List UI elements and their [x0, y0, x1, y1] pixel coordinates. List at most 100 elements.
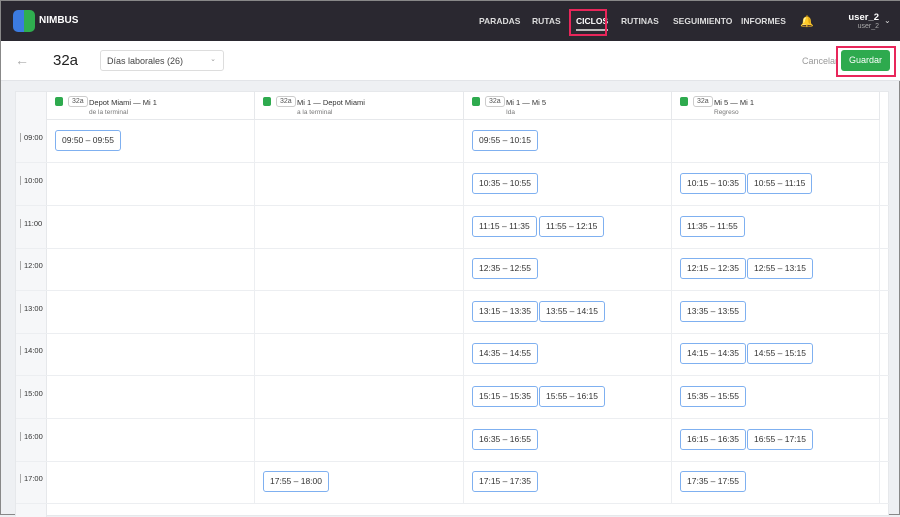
trip-chip[interactable]: 12:35 – 12:55 [472, 258, 538, 279]
schedule-cell[interactable] [47, 206, 255, 248]
trip-chip[interactable]: 13:55 – 14:15 [539, 301, 605, 322]
trip-chip[interactable]: 16:15 – 16:35 [680, 429, 746, 450]
schedule-cell[interactable]: 16:15 – 16:35 16:55 – 17:15 [672, 419, 880, 461]
column-subtitle: Ida [506, 109, 516, 116]
schedule-cell[interactable] [47, 333, 255, 375]
schedule-cell[interactable]: 15:35 – 15:55 [672, 376, 880, 418]
schedule-cell[interactable] [255, 248, 464, 290]
column-header: 32a Mi 1 — Mi 5 Ida [464, 92, 672, 120]
schedule-cell[interactable] [672, 120, 880, 162]
trip-chip[interactable]: 13:35 – 13:55 [680, 301, 746, 322]
table-row: 17:00 17:55 – 18:00 17:15 – 17:35 17:35 – 1… [16, 461, 890, 504]
schedule-cell[interactable]: 11:35 – 11:55 [672, 206, 880, 248]
page-title: 32a [53, 52, 79, 69]
schedule-cell[interactable]: 11:15 – 11:35 11:55 – 12:15 [464, 206, 672, 248]
schedule-cell[interactable]: 12:15 – 12:35 12:55 – 13:15 [672, 248, 880, 290]
column-title: Mi 1 — Depot Miami [297, 98, 365, 107]
nav-item-informes[interactable]: INFORMES [741, 16, 786, 26]
trip-chip[interactable]: 17:55 – 18:00 [263, 471, 329, 492]
schedule-cell[interactable]: 16:35 – 16:55 [464, 419, 672, 461]
schedule-cell[interactable] [47, 419, 255, 461]
schedule-cell[interactable] [255, 206, 464, 248]
trip-chip[interactable]: 10:15 – 10:35 [680, 173, 746, 194]
time-label: 17:00 [20, 474, 43, 483]
schedule-cell[interactable] [255, 163, 464, 205]
table-row: 15:00 15:15 – 15:35 15:55 – 16:15 15:35 – 1… [16, 376, 890, 419]
trip-chip[interactable]: 09:50 – 09:55 [55, 130, 121, 151]
route-badge: 32a [485, 96, 505, 107]
route-badge: 32a [68, 96, 88, 107]
trip-chip[interactable]: 17:15 – 17:35 [472, 471, 538, 492]
time-label: 16:00 [20, 432, 43, 441]
schedule-cell[interactable]: 17:15 – 17:35 [464, 461, 672, 503]
cancel-button[interactable]: Cancelar [802, 56, 838, 66]
day-type-select[interactable]: Días laborales (26) ⌄ [100, 50, 224, 71]
user-menu[interactable]: user_2 user_2 [848, 12, 879, 30]
schedule-cell[interactable]: 13:35 – 13:55 [672, 291, 880, 333]
highlight-save [836, 46, 896, 77]
trip-chip[interactable]: 15:15 – 15:35 [472, 386, 538, 407]
back-arrow-icon[interactable]: ← [15, 52, 29, 68]
table-row: 16:00 16:35 – 16:55 16:15 – 16:35 16:55 – 1… [16, 419, 890, 462]
trip-chip[interactable]: 12:55 – 13:15 [747, 258, 813, 279]
schedule-cell[interactable]: 15:15 – 15:35 15:55 – 16:15 [464, 376, 672, 418]
bus-icon [263, 97, 271, 106]
chevron-down-icon[interactable]: ⌄ [884, 16, 891, 25]
trip-chip[interactable]: 11:35 – 11:55 [680, 216, 745, 237]
nav-item-rutas[interactable]: RUTAS [532, 16, 561, 26]
table-row: 13:00 13:15 – 13:35 13:55 – 14:15 13:35 – 1… [16, 291, 890, 334]
trip-chip[interactable]: 10:55 – 11:15 [747, 173, 813, 194]
schedule-cell[interactable] [47, 163, 255, 205]
schedule-cell[interactable]: 10:15 – 10:35 10:55 – 11:15 [672, 163, 880, 205]
trip-chip[interactable]: 10:35 – 10:55 [472, 173, 538, 194]
nav-item-paradas[interactable]: PARADAS [479, 16, 520, 26]
column-title: Mi 5 — Mi 1 [714, 98, 755, 107]
trip-chip[interactable]: 15:35 – 15:55 [680, 386, 746, 407]
time-label: 12:00 [20, 261, 43, 270]
trip-chip[interactable]: 16:55 – 17:15 [747, 429, 813, 450]
trip-chip[interactable]: 11:55 – 12:15 [539, 216, 605, 237]
column-header: 32a Mi 1 — Depot Miami a la terminal [255, 92, 464, 120]
schedule-cell[interactable]: 10:35 – 10:55 [464, 163, 672, 205]
trip-chip[interactable]: 09:55 – 10:15 [472, 130, 538, 151]
sub-header: ← 32a Días laborales (26) ⌄ Cancelar Guar… [1, 41, 900, 81]
trip-chip[interactable]: 14:15 – 14:35 [680, 343, 746, 364]
bus-icon [472, 97, 480, 106]
time-label: 14:00 [20, 346, 43, 355]
schedule-cell[interactable] [47, 461, 255, 503]
schedule-cell[interactable] [255, 120, 464, 162]
schedule-cell[interactable] [255, 419, 464, 461]
bus-icon [680, 97, 688, 106]
schedule-cell[interactable]: 17:35 – 17:55 [672, 461, 880, 503]
schedule-cell[interactable]: 14:35 – 14:55 [464, 333, 672, 375]
schedule-cell[interactable] [47, 291, 255, 333]
schedule-cell[interactable]: 14:15 – 14:35 14:55 – 15:15 [672, 333, 880, 375]
schedule-cell[interactable]: 09:50 – 09:55 [47, 120, 255, 162]
table-row: 11:00 11:15 – 11:35 11:55 – 12:15 11:35 – 1… [16, 206, 890, 249]
user-sub: user_2 [857, 23, 879, 30]
time-label: 09:00 [20, 133, 43, 142]
column-subtitle: Regreso [714, 109, 739, 116]
bell-icon[interactable]: 🔔 [800, 15, 814, 28]
trip-chip[interactable]: 14:55 – 15:15 [747, 343, 813, 364]
trip-chip[interactable]: 11:15 – 11:35 [472, 216, 537, 237]
schedule-cell[interactable]: 12:35 – 12:55 [464, 248, 672, 290]
trip-chip[interactable]: 15:55 – 16:15 [539, 386, 605, 407]
schedule-cell[interactable] [255, 333, 464, 375]
schedule-cell[interactable] [255, 376, 464, 418]
schedule-cell[interactable]: 09:55 – 10:15 [464, 120, 672, 162]
schedule-cell[interactable]: 17:55 – 18:00 [255, 461, 464, 503]
trip-chip[interactable]: 17:35 – 17:55 [680, 471, 746, 492]
nav-item-rutinas[interactable]: RUTINAS [621, 16, 659, 26]
schedule-cell[interactable] [255, 291, 464, 333]
nav-item-seguimiento[interactable]: SEGUIMIENTO [673, 16, 732, 26]
trip-chip[interactable]: 16:35 – 16:55 [472, 429, 538, 450]
trip-chip[interactable]: 12:15 – 12:35 [680, 258, 746, 279]
schedule-cell[interactable] [47, 376, 255, 418]
column-subtitle: de la terminal [89, 109, 129, 116]
column-title: Depot Miami — Mi 1 [89, 98, 157, 107]
schedule-cell[interactable] [47, 248, 255, 290]
schedule-cell[interactable]: 13:15 – 13:35 13:55 – 14:15 [464, 291, 672, 333]
trip-chip[interactable]: 14:35 – 14:55 [472, 343, 538, 364]
trip-chip[interactable]: 13:15 – 13:35 [472, 301, 538, 322]
